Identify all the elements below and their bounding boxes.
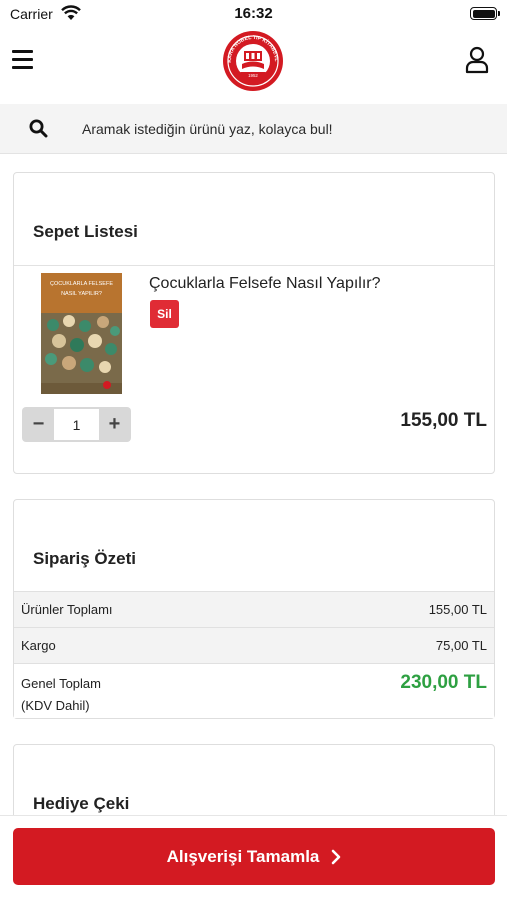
complete-purchase-button[interactable]: Alışverişi Tamamla bbox=[13, 828, 495, 885]
search-bar bbox=[0, 104, 507, 154]
grand-total-value: 230,00 TL bbox=[400, 672, 487, 693]
increase-quantity-button[interactable]: + bbox=[99, 407, 130, 442]
decrease-quantity-button[interactable]: − bbox=[23, 407, 54, 442]
grand-total-label-line1: Genel Toplam bbox=[21, 676, 101, 691]
app-header: ANKARA NOBEL TIP KİTABEVLERİ 1952 bbox=[0, 28, 507, 104]
grand-total-row: Genel Toplam (KDV Dahil) 230,00 TL bbox=[14, 663, 494, 718]
search-input[interactable] bbox=[82, 112, 482, 146]
logo-year: 1952 bbox=[248, 73, 258, 78]
complete-purchase-label: Alışverişi Tamamla bbox=[166, 846, 320, 866]
quantity-stepper: − + bbox=[22, 407, 131, 442]
search-icon[interactable] bbox=[29, 119, 48, 138]
shipping-value: 75,00 TL bbox=[435, 638, 487, 653]
shipping-row: Kargo 75,00 TL bbox=[14, 627, 494, 663]
cart-list-card: Sepet Listesi ÇOCUKLARLA FELSEFE NASIL Y… bbox=[13, 172, 495, 474]
product-title[interactable]: Çocuklarla Felsefe Nasıl Yapılır? bbox=[149, 275, 381, 293]
hamburger-menu-icon[interactable] bbox=[12, 50, 34, 70]
shipping-label: Kargo bbox=[21, 638, 56, 653]
order-summary-card: Sipariş Özeti Ürünler Toplamı 155,00 TL … bbox=[13, 499, 495, 719]
status-bar: Carrier 16:32 bbox=[0, 0, 507, 28]
status-time: 16:32 bbox=[234, 5, 273, 22]
quantity-input[interactable] bbox=[54, 409, 99, 440]
remove-item-button[interactable]: Sil bbox=[150, 300, 179, 328]
gift-voucher-title: Hediye Çeki bbox=[33, 794, 130, 813]
product-price: 155,00 TL bbox=[400, 410, 487, 431]
chevron-right-icon bbox=[332, 849, 341, 864]
grand-total-label-line2: (KDV Dahil) bbox=[21, 698, 90, 713]
user-profile-icon[interactable] bbox=[465, 46, 489, 74]
subtotal-label: Ürünler Toplamı bbox=[21, 602, 113, 617]
subtotal-value: 155,00 TL bbox=[428, 602, 487, 617]
order-summary-title: Sipariş Özeti bbox=[33, 549, 136, 568]
book-cover-image[interactable]: ÇOCUKLARLA FELSEFE NASIL YAPILIR? bbox=[41, 273, 122, 394]
divider bbox=[14, 265, 494, 266]
subtotal-row: Ürünler Toplamı 155,00 TL bbox=[14, 591, 494, 627]
checkout-bar: Alışverişi Tamamla bbox=[0, 815, 507, 900]
store-logo[interactable]: ANKARA NOBEL TIP KİTABEVLERİ 1952 bbox=[222, 30, 284, 92]
cover-title-line1: ÇOCUKLARLA FELSEFE bbox=[50, 281, 113, 287]
battery-icon bbox=[470, 7, 500, 20]
grand-total-label: Genel Toplam (KDV Dahil) bbox=[21, 673, 101, 717]
cover-title-line2: NASIL YAPILIR? bbox=[61, 291, 102, 297]
cart-list-title: Sepet Listesi bbox=[33, 222, 138, 241]
